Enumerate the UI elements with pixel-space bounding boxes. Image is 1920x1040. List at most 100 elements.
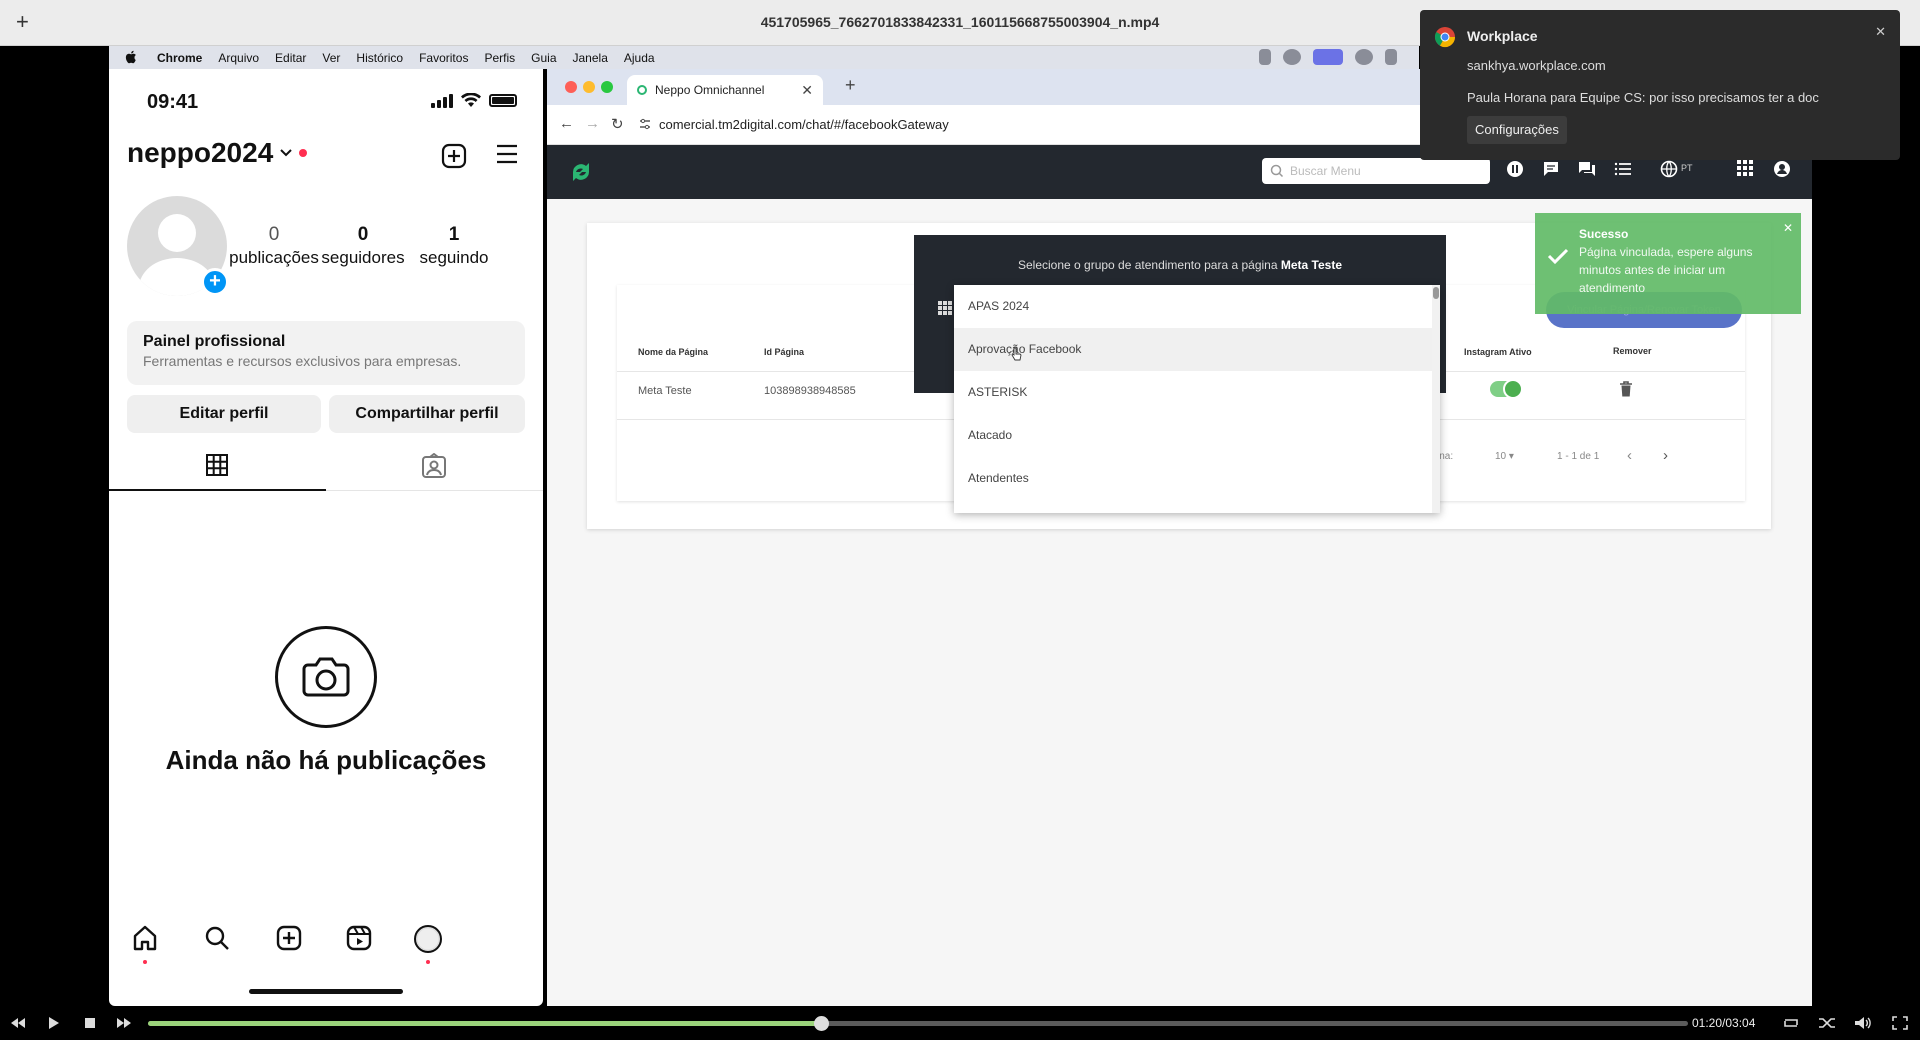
browser-tab[interactable]: Neppo Omnichannel ✕ — [627, 75, 823, 105]
notification-app-name: Workplace — [1467, 28, 1538, 44]
stat-following[interactable]: 1 seguindo — [409, 224, 499, 268]
dropdown-option[interactable]: Atendentes — [954, 457, 1440, 500]
search-icon[interactable] — [203, 924, 231, 952]
add-story-icon[interactable]: + — [201, 268, 229, 296]
language-label[interactable]: PT — [1681, 163, 1693, 173]
tray-app-icon[interactable] — [1355, 49, 1373, 65]
reels-icon[interactable] — [345, 924, 373, 952]
new-tab-icon[interactable]: + — [845, 75, 856, 96]
add-post-icon[interactable] — [275, 924, 303, 952]
active-tab-indicator — [109, 489, 326, 491]
play-icon[interactable] — [48, 1016, 60, 1030]
menu-perfis[interactable]: Perfis — [484, 51, 515, 65]
tray-globe-icon[interactable] — [1283, 49, 1301, 65]
menu-historico[interactable]: Histórico — [356, 51, 403, 65]
check-icon — [1547, 248, 1569, 265]
menu-search-input[interactable]: Buscar Menu — [1262, 158, 1490, 184]
phone-clock: 09:41 — [147, 91, 199, 113]
menu-chrome[interactable]: Chrome — [157, 51, 202, 65]
menu-arquivo[interactable]: Arquivo — [218, 51, 259, 65]
menu-guia[interactable]: Guia — [531, 51, 556, 65]
stop-icon[interactable] — [84, 1016, 96, 1030]
profile-notification-dot — [426, 960, 430, 964]
battery-icon — [489, 94, 517, 107]
close-notification-icon[interactable]: ✕ — [1875, 24, 1886, 40]
bottom-navigation — [109, 924, 543, 974]
menu-favoritos[interactable]: Favoritos — [419, 51, 468, 65]
dropdown-option[interactable]: APAS 2024 — [954, 285, 1440, 328]
grid-icon[interactable] — [205, 453, 229, 477]
edit-profile-button[interactable]: Editar perfil — [127, 395, 321, 433]
system-notification[interactable]: Workplace sankhya.workplace.com Paula Ho… — [1420, 10, 1900, 160]
fast-forward-icon[interactable] — [116, 1016, 132, 1030]
apple-icon[interactable] — [125, 50, 137, 64]
menu-hamburger-icon[interactable] — [495, 143, 519, 165]
tray-shield-icon[interactable] — [1385, 49, 1397, 65]
maximize-window-icon[interactable] — [601, 81, 613, 93]
address-bar[interactable]: comercial.tm2digital.com/chat/#/facebook… — [659, 117, 949, 132]
menu-ver[interactable]: Ver — [322, 51, 340, 65]
delete-trash-icon[interactable] — [1619, 381, 1633, 397]
seek-bar[interactable] — [148, 1021, 1688, 1026]
close-window-icon[interactable] — [565, 81, 577, 93]
dropdown-option[interactable]: ASTERISK — [954, 371, 1440, 414]
dropdown-option[interactable]: Atacado — [954, 414, 1440, 457]
notification-settings-button[interactable]: Configurações — [1467, 116, 1567, 144]
menu-janela[interactable]: Janela — [573, 51, 608, 65]
notification-dot — [299, 149, 308, 157]
dashboard-subtitle: Ferramentas e recursos exclusivos para e… — [143, 353, 462, 369]
reload-icon[interactable]: ↻ — [611, 115, 624, 133]
fullscreen-icon[interactable] — [1892, 1016, 1908, 1030]
prev-page-icon[interactable]: ‹ — [1627, 447, 1632, 464]
menu-editar[interactable]: Editar — [275, 51, 306, 65]
volume-icon[interactable] — [1854, 1016, 1872, 1030]
list-icon[interactable] — [1614, 160, 1632, 178]
per-page-select[interactable]: 10 ▾ — [1495, 451, 1514, 462]
user-account-icon[interactable] — [1773, 160, 1791, 178]
chrome-icon — [1434, 27, 1456, 48]
seek-bar-progress — [148, 1021, 821, 1026]
rewind-icon[interactable] — [10, 1016, 26, 1030]
cell-page-name: Meta Teste — [638, 385, 692, 397]
search-placeholder: Buscar Menu — [1290, 164, 1361, 178]
close-tab-icon[interactable]: ✕ — [801, 82, 813, 99]
loop-icon[interactable] — [1782, 1016, 1800, 1030]
dropdown-option-hovered[interactable]: Aprovação Facebook — [954, 328, 1440, 371]
column-header-page-id: Id Página — [764, 347, 805, 357]
next-page-icon[interactable]: › — [1663, 447, 1668, 464]
stat-posts[interactable]: 0 publicações — [229, 224, 319, 268]
profile-avatar-icon[interactable] — [413, 924, 443, 954]
language-globe-icon[interactable] — [1660, 160, 1678, 178]
pause-status-icon[interactable] — [1506, 160, 1524, 178]
tray-flag-icon[interactable] — [1259, 49, 1271, 65]
menu-ajuda[interactable]: Ajuda — [624, 51, 655, 65]
professional-dashboard[interactable]: Painel profissional Ferramentas e recurs… — [127, 321, 525, 385]
mouse-cursor-icon — [1011, 347, 1022, 361]
dropdown-scrollbar[interactable] — [1432, 285, 1440, 513]
forward-icon[interactable]: → — [585, 115, 600, 132]
shuffle-icon[interactable] — [1818, 1016, 1836, 1030]
chrome-browser-window: Neppo Omnichannel ✕ + ← → ↻ comercial.tm… — [547, 69, 1812, 1006]
profile-tabs — [109, 447, 543, 491]
create-post-icon[interactable] — [441, 143, 467, 169]
instagram-active-toggle[interactable] — [1490, 379, 1523, 399]
back-icon[interactable]: ← — [559, 115, 574, 132]
profile-username-switcher[interactable]: neppo2024 — [127, 137, 308, 169]
seek-handle[interactable] — [813, 1016, 829, 1031]
tagged-icon[interactable] — [421, 453, 447, 479]
search-icon — [1270, 164, 1284, 178]
group-dropdown-list[interactable]: APAS 2024 Aprovação Facebook ASTERISK At… — [954, 285, 1440, 513]
minimize-window-icon[interactable] — [583, 81, 595, 93]
site-settings-icon[interactable] — [639, 118, 651, 130]
chat-icon[interactable] — [1542, 160, 1560, 178]
home-icon[interactable] — [131, 924, 159, 952]
conversations-icon[interactable] — [1578, 160, 1596, 178]
stat-followers[interactable]: 0 seguidores — [315, 224, 411, 268]
share-profile-button[interactable]: Compartilhar perfil — [329, 395, 525, 433]
apps-grid-icon[interactable] — [1737, 160, 1753, 176]
tray-screen-icon[interactable] — [1313, 49, 1343, 65]
chevron-down-icon — [280, 149, 292, 157]
neppo-logo-icon[interactable] — [567, 158, 595, 186]
dashboard-title: Painel profissional — [143, 333, 286, 350]
close-toast-icon[interactable]: ✕ — [1783, 221, 1793, 235]
